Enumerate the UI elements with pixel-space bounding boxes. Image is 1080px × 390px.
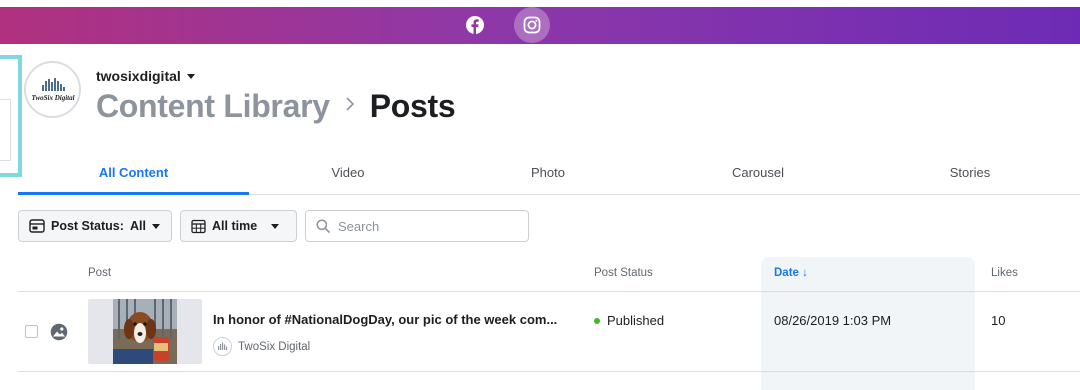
- status-badge: Published: [594, 313, 664, 328]
- account-avatar[interactable]: TwoSix Digital: [24, 61, 81, 118]
- content-type-tabs: All Content Video Photo Carousel Stories: [18, 150, 1080, 195]
- tab-video[interactable]: Video: [248, 150, 448, 194]
- column-header-date[interactable]: Date ↓: [774, 267, 808, 279]
- breadcrumb: Content Library Posts: [96, 88, 456, 125]
- tab-carousel[interactable]: Carousel: [658, 150, 858, 194]
- tab-label: Video: [331, 164, 365, 180]
- tab-label: Carousel: [731, 164, 785, 180]
- column-header-likes[interactable]: Likes: [991, 267, 1018, 279]
- column-header-status[interactable]: Post Status: [594, 267, 653, 279]
- date-range-filter[interactable]: All time: [180, 210, 297, 242]
- status-card-icon: [29, 219, 45, 233]
- facebook-tab[interactable]: [457, 7, 493, 43]
- tab-label: Photo: [531, 164, 565, 180]
- tab-photo[interactable]: Photo: [448, 150, 648, 194]
- facebook-icon: [466, 16, 484, 34]
- platform-switcher-bar: [0, 0, 1080, 44]
- search-icon: [316, 219, 330, 233]
- post-status-value: All: [129, 219, 146, 233]
- instagram-tab[interactable]: [514, 7, 550, 43]
- post-thumbnail[interactable]: [88, 299, 202, 364]
- instagram-icon: [523, 16, 541, 34]
- search-input[interactable]: [338, 218, 508, 234]
- page-title: Posts: [369, 88, 456, 124]
- photo-type-icon: [50, 323, 68, 341]
- post-status-filter[interactable]: Post Status: All: [18, 210, 172, 242]
- twosix-logo: TwoSix Digital: [31, 77, 74, 102]
- caret-down-icon: [151, 223, 160, 229]
- status-text: Published: [607, 313, 665, 328]
- search-box: [305, 210, 529, 242]
- account-name: twosixdigital: [96, 68, 181, 84]
- column-header-post[interactable]: Post: [88, 267, 111, 279]
- post-author: TwoSix Digital: [213, 337, 310, 356]
- caret-down-icon: [186, 73, 195, 79]
- post-likes: 10: [991, 313, 1006, 328]
- author-logo-icon: [213, 337, 232, 356]
- post-caption[interactable]: In honor of #NationalDogDay, our pic of …: [213, 312, 568, 327]
- chevron-right-icon: [340, 97, 360, 116]
- svg-text:TwoSix Digital: TwoSix Digital: [31, 94, 74, 102]
- calendar-icon: [191, 219, 206, 233]
- tab-all-content[interactable]: All Content: [18, 150, 249, 195]
- account-switcher[interactable]: twosixdigital: [96, 68, 195, 84]
- header-divider: [18, 291, 1080, 292]
- tab-stories[interactable]: Stories: [870, 150, 1070, 194]
- tab-label: Stories: [949, 164, 991, 180]
- date-range-value: All time: [212, 219, 258, 233]
- status-dot-icon: [594, 317, 600, 324]
- post-date: 08/26/2019 1:03 PM: [774, 313, 892, 328]
- tab-label: All Content: [98, 165, 169, 180]
- author-name: TwoSix Digital: [238, 340, 311, 353]
- row-checkbox[interactable]: [25, 325, 38, 338]
- caret-down-icon: [271, 223, 280, 229]
- row-divider: [18, 371, 1080, 372]
- breadcrumb-parent[interactable]: Content Library: [96, 88, 330, 125]
- post-status-label: Post Status:: [51, 219, 124, 233]
